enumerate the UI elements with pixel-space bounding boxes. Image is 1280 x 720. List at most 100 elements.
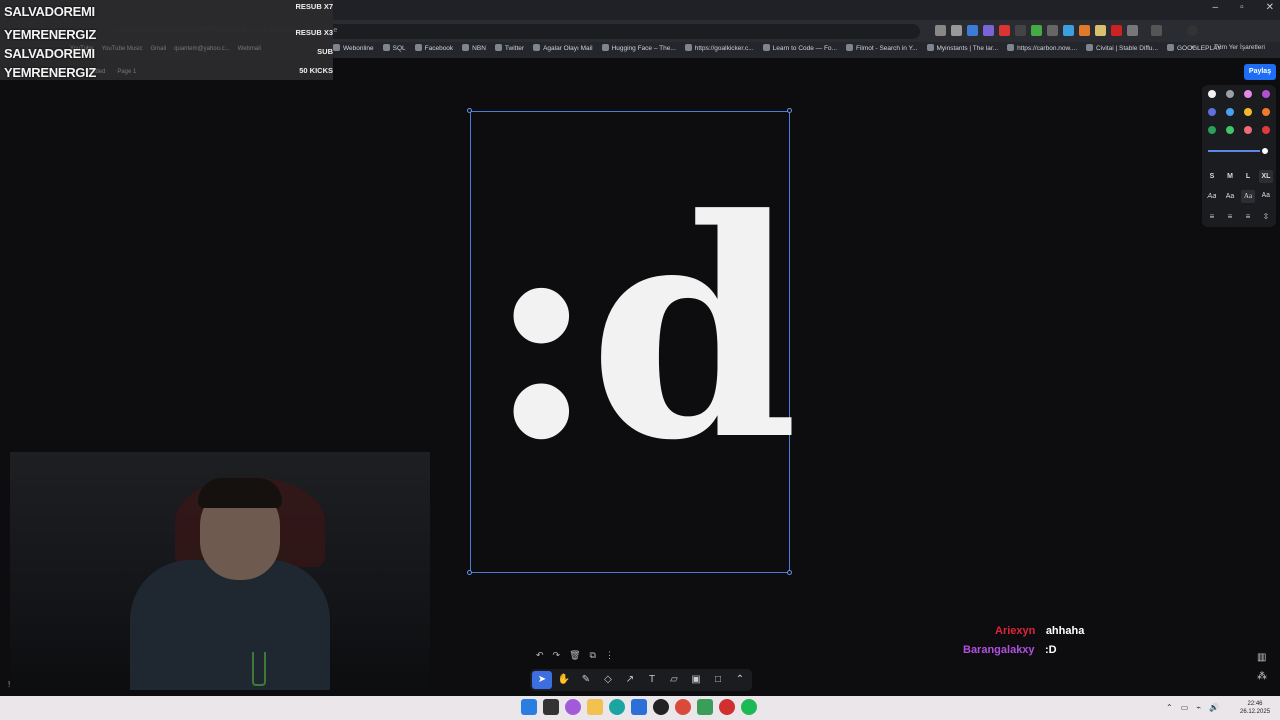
spotify-icon[interactable] [741, 699, 757, 715]
extension-d-icon[interactable] [1015, 25, 1026, 36]
color-swatch[interactable] [1244, 90, 1252, 98]
minimap-icon[interactable]: ▥ [1257, 652, 1267, 663]
extension-yellow-icon[interactable] [1095, 25, 1106, 36]
color-swatch[interactable] [1208, 90, 1216, 98]
color-swatch[interactable] [1244, 108, 1252, 116]
extension-red2-icon[interactable] [1111, 25, 1122, 36]
chrome-icon[interactable] [675, 699, 691, 715]
taskview-icon[interactable] [543, 699, 559, 715]
obs-icon[interactable] [653, 699, 669, 715]
all-bookmarks-folder[interactable]: Tüm Yer İşaretleri [1214, 44, 1265, 51]
color-swatch[interactable] [1262, 108, 1270, 116]
size-option-m[interactable]: M [1223, 170, 1237, 183]
frame-text[interactable]: :d [486, 180, 799, 480]
extension-pen-icon[interactable] [983, 25, 994, 36]
more-actions-icon[interactable]: ⋮ [605, 650, 614, 661]
file-explorer-icon[interactable] [587, 699, 603, 715]
cast-icon[interactable] [935, 25, 946, 36]
font-option-serif[interactable]: Aa [1241, 190, 1255, 203]
note-tool-icon[interactable]: ▱ [664, 671, 684, 689]
side-controls: ▥ ⁂ [1257, 652, 1267, 682]
arrow-tool-icon[interactable]: ↗ [620, 671, 640, 689]
size-option-s[interactable]: S [1205, 170, 1219, 183]
resize-handle-bottom-right[interactable] [787, 570, 792, 575]
resize-handle-top-right[interactable] [787, 108, 792, 113]
select-tool-icon[interactable]: ➤ [532, 671, 552, 689]
help-icon[interactable]: ⁂ [1257, 671, 1267, 682]
bookmark-item[interactable]: Agalar Olayı Mail [533, 44, 593, 52]
android-studio-icon[interactable] [697, 699, 713, 715]
opacity-slider[interactable] [1208, 150, 1266, 152]
color-swatch[interactable] [1226, 108, 1234, 116]
close-window-button[interactable]: ✕ [1266, 2, 1274, 13]
store-icon[interactable] [631, 699, 647, 715]
font-option-draw[interactable]: Aa [1205, 190, 1219, 203]
align-left-icon[interactable]: ≡ [1205, 211, 1219, 223]
bookmark-item[interactable]: Twitter [495, 44, 524, 52]
bookmark-item[interactable]: Civitai | Stable Diffu... [1086, 44, 1158, 52]
bookmark-item[interactable]: Filmot - Search in Y... [846, 44, 918, 52]
bookmark-item[interactable]: SQL [383, 44, 406, 52]
bookmark-item[interactable]: https://goalkicker.c... [685, 44, 754, 52]
bookmark-item[interactable]: Myinstants | The lar... [927, 44, 999, 52]
network-icon[interactable]: ⌁ [1196, 703, 1201, 712]
color-swatch[interactable] [1244, 126, 1252, 134]
bookmarks-overflow-button[interactable]: » [1191, 44, 1195, 51]
size-option-l[interactable]: L [1241, 170, 1255, 183]
bookmark-item[interactable]: Learn to Code — Fo... [763, 44, 837, 52]
extension-grid-icon[interactable] [1031, 25, 1042, 36]
extension-red-icon[interactable] [999, 25, 1010, 36]
extensions-puzzle-icon[interactable] [1127, 25, 1138, 36]
duplicate-icon[interactable]: ⧉ [590, 650, 596, 661]
color-swatch[interactable] [1226, 90, 1234, 98]
bookmark-item[interactable]: Hugging Face – The... [602, 44, 676, 52]
extension-s-icon[interactable] [1047, 25, 1058, 36]
text-tool-icon[interactable]: T [642, 671, 662, 689]
hand-tool-icon[interactable]: ✋ [554, 671, 574, 689]
volume-icon[interactable]: 🔊 [1209, 703, 1219, 712]
bookmark-item[interactable]: Webonline [333, 44, 374, 52]
color-swatch[interactable] [1262, 90, 1270, 98]
image-tool-icon[interactable]: ▣ [686, 671, 706, 689]
color-swatch[interactable] [1226, 126, 1234, 134]
more-tools-chevron-icon[interactable]: ⌃ [730, 671, 750, 689]
opacity-slider-knob[interactable] [1260, 146, 1270, 156]
redo-icon[interactable]: ↷ [553, 650, 561, 661]
profile-avatar[interactable] [1187, 25, 1198, 36]
windows-start-icon[interactable] [521, 699, 537, 715]
minimize-button[interactable]: – [1213, 2, 1219, 13]
extension-blue-icon[interactable] [1063, 25, 1074, 36]
info-icon[interactable]: ! [8, 680, 10, 689]
bookmark-item[interactable]: NBN [462, 44, 486, 52]
battery-icon[interactable]: ▭ [1181, 703, 1189, 712]
undo-icon[interactable]: ↶ [536, 650, 544, 661]
color-swatch[interactable] [1208, 108, 1216, 116]
tray-chevron-icon[interactable]: ⌃ [1166, 703, 1173, 712]
font-option-mono[interactable]: Aa [1259, 190, 1273, 203]
color-swatch[interactable] [1208, 126, 1216, 134]
star-icon[interactable] [951, 25, 962, 36]
clock[interactable]: 22:46 26.12.2025 [1240, 700, 1270, 716]
size-option-xl[interactable]: XL [1259, 170, 1273, 183]
delete-icon[interactable]: 🗑 [569, 650, 580, 661]
font-option-sans[interactable]: Aa [1223, 190, 1237, 203]
extension-shield-icon[interactable] [967, 25, 978, 36]
copilot-icon[interactable] [565, 699, 581, 715]
rectangle-tool-icon[interactable]: □ [708, 671, 728, 689]
maximize-button[interactable]: ▫ [1240, 2, 1244, 13]
extension-orange-icon[interactable] [1079, 25, 1090, 36]
resize-handle-top-left[interactable] [467, 108, 472, 113]
pencil-tool-icon[interactable]: ✎ [576, 671, 596, 689]
edge-icon[interactable] [609, 699, 625, 715]
eraser-tool-icon[interactable]: ◇ [598, 671, 618, 689]
align-center-icon[interactable]: ≡ [1223, 211, 1237, 223]
align-right-icon[interactable]: ≡ [1241, 211, 1255, 223]
download-icon[interactable] [1151, 25, 1162, 36]
app-icon[interactable] [719, 699, 735, 715]
share-button[interactable]: Paylaş [1244, 64, 1276, 80]
vertical-align-icon[interactable]: ⇳ [1259, 211, 1273, 223]
bookmark-item[interactable]: Facebook [415, 44, 454, 52]
color-swatch[interactable] [1262, 126, 1270, 134]
bookmark-item[interactable]: https://carbon.now.... [1007, 44, 1077, 52]
resize-handle-bottom-left[interactable] [467, 570, 472, 575]
